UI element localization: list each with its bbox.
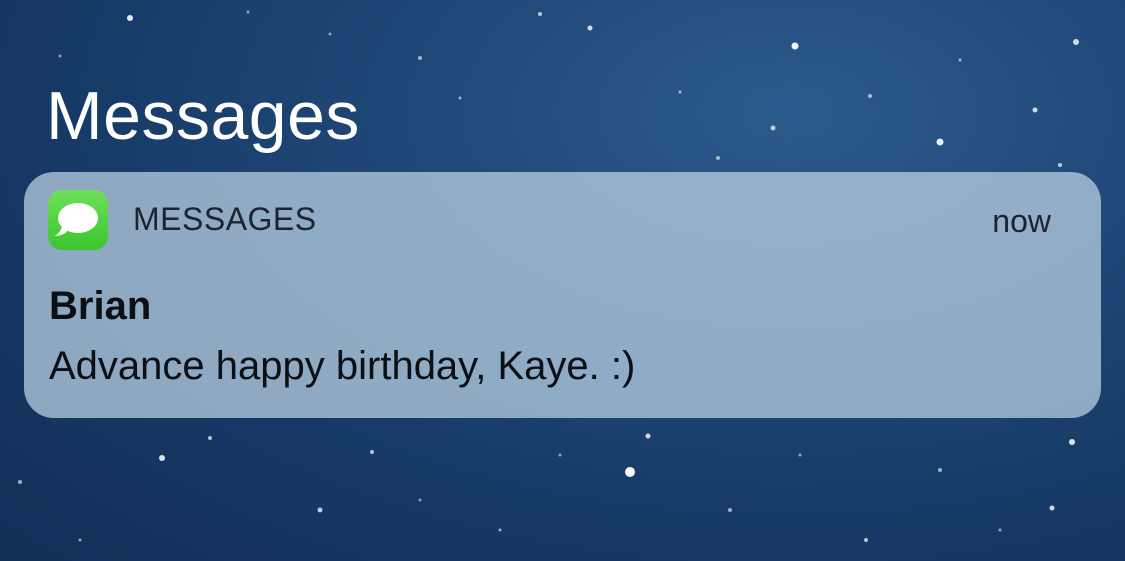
messages-bubble-icon [48, 190, 108, 250]
message-sender: Brian [49, 284, 152, 328]
message-body: Advance happy birthday, Kaye. :) [49, 344, 636, 388]
app-name: MESSAGES [133, 201, 317, 237]
section-title: Messages [46, 78, 360, 154]
notification-timestamp: now [992, 203, 1051, 239]
notification-card[interactable]: MESSAGES now Brian Advance happy birthda… [24, 172, 1101, 418]
